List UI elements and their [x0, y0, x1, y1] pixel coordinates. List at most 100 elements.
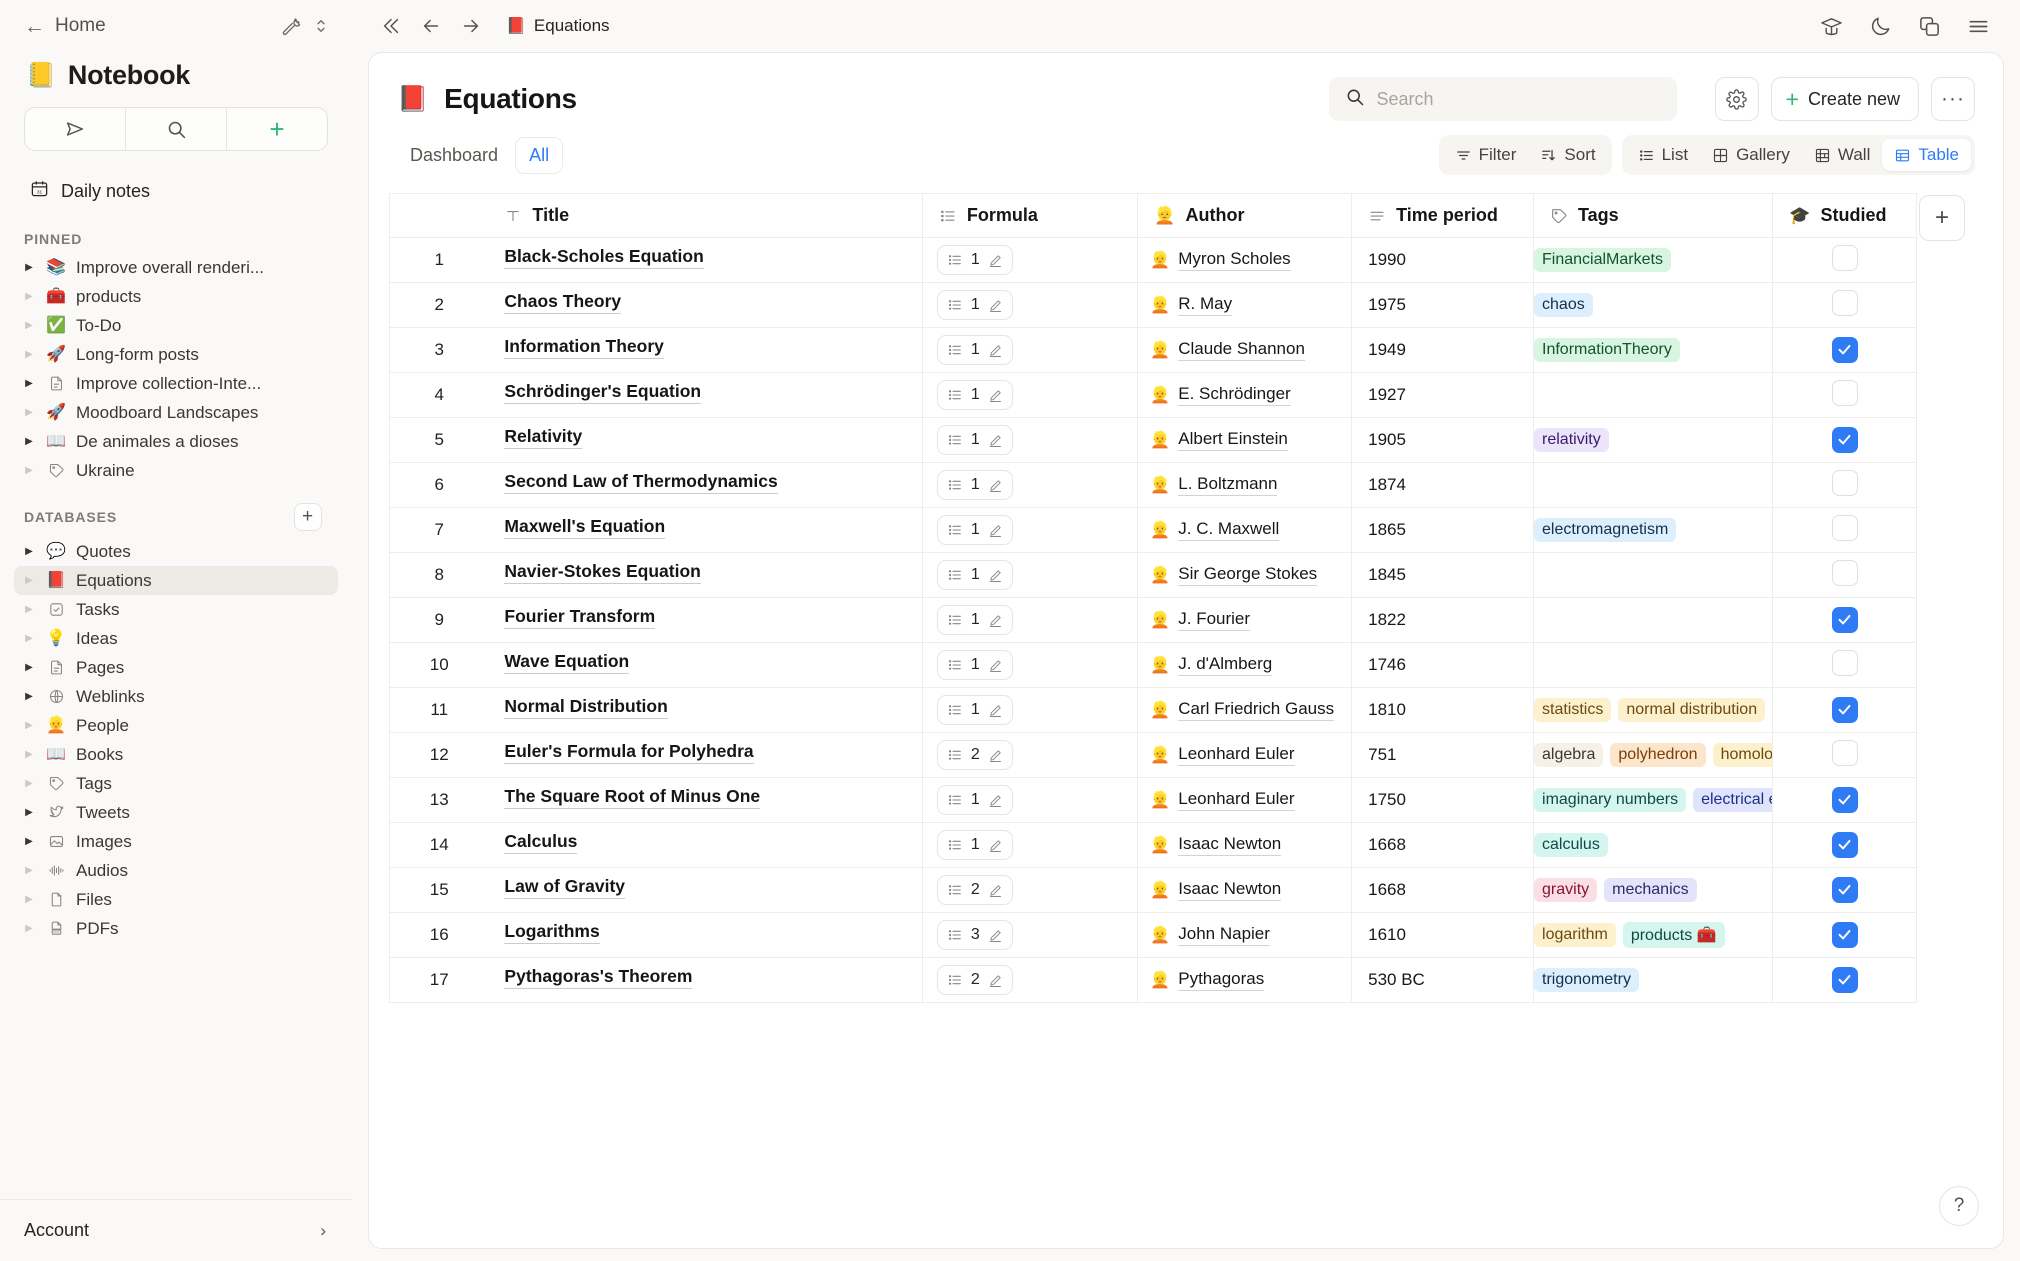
cell-author[interactable]: 👱Sir George Stokes — [1138, 553, 1352, 598]
cell-studied[interactable] — [1773, 643, 1917, 688]
sidebar-account-button[interactable]: Account › — [0, 1199, 352, 1261]
sidebar-item-files[interactable]: ▶Files — [14, 885, 338, 914]
cell-tags[interactable] — [1534, 643, 1773, 688]
tag-chip[interactable]: calculus — [1534, 833, 1608, 857]
studied-checkbox[interactable] — [1832, 877, 1858, 903]
more-options-button[interactable]: ··· — [1931, 77, 1975, 121]
cell-formula[interactable]: 1 — [922, 373, 1137, 418]
tag-chip[interactable]: FinancialMarkets — [1534, 248, 1671, 272]
cell-formula[interactable]: 1 — [922, 598, 1137, 643]
sidebar-item-tweets[interactable]: ▶Tweets — [14, 798, 338, 827]
cell-time-period[interactable]: 1746 — [1352, 643, 1534, 688]
table-row[interactable]: 2Chaos Theory1👱R. May1975chaos — [390, 283, 1917, 328]
cell-time-period[interactable]: 1750 — [1352, 778, 1534, 823]
studied-checkbox[interactable] — [1832, 515, 1858, 541]
expand-caret-icon[interactable]: ▶ — [22, 436, 36, 447]
studied-checkbox[interactable] — [1832, 832, 1858, 858]
cell-author[interactable]: 👱Pythagoras — [1138, 958, 1352, 1003]
expand-caret-icon[interactable]: ▶ — [22, 633, 36, 644]
cell-tags[interactable]: gravitymechanics — [1534, 868, 1773, 913]
sidebar-item-products[interactable]: ▶🧰products — [14, 282, 338, 311]
expand-caret-icon[interactable]: ▶ — [22, 749, 36, 760]
sidebar-item-pages[interactable]: ▶Pages — [14, 653, 338, 682]
tag-chip[interactable]: imaginary numbers — [1534, 788, 1686, 812]
cell-formula[interactable]: 1 — [922, 553, 1137, 598]
formula-relation-pill[interactable]: 1 — [937, 605, 1013, 635]
table-row[interactable]: 10Wave Equation1👱J. d'Almberg1746 — [390, 643, 1917, 688]
author-link[interactable]: Leonhard Euler — [1178, 789, 1294, 811]
author-link[interactable]: Claude Shannon — [1178, 339, 1305, 361]
edit-pencil-icon[interactable] — [988, 568, 1003, 583]
cell-studied[interactable] — [1773, 688, 1917, 733]
search-icon[interactable] — [125, 108, 226, 150]
cell-title[interactable]: The Square Root of Minus One — [488, 778, 922, 823]
cell-title[interactable]: Wave Equation — [488, 643, 922, 688]
sidebar-item-quotes[interactable]: ▶💬Quotes — [14, 537, 338, 566]
edit-pencil-icon[interactable] — [988, 973, 1003, 988]
formula-relation-pill[interactable]: 2 — [937, 740, 1013, 770]
table-row[interactable]: 15Law of Gravity2👱Isaac Newton1668gravit… — [390, 868, 1917, 913]
formula-relation-pill[interactable]: 1 — [937, 425, 1013, 455]
formula-relation-pill[interactable]: 1 — [937, 560, 1013, 590]
table-row[interactable]: 9Fourier Transform1👱J. Fourier1822 — [390, 598, 1917, 643]
cell-author[interactable]: 👱J. d'Almberg — [1138, 643, 1352, 688]
view-mode-gallery[interactable]: Gallery — [1700, 139, 1802, 171]
edit-pencil-icon[interactable] — [988, 658, 1003, 673]
title-link[interactable]: Relativity — [504, 426, 582, 449]
cell-formula[interactable]: 1 — [922, 778, 1137, 823]
send-icon[interactable] — [25, 108, 125, 150]
author-link[interactable]: Myron Scholes — [1178, 249, 1290, 271]
expand-caret-icon[interactable]: ▶ — [22, 320, 36, 331]
cell-time-period[interactable]: 1668 — [1352, 823, 1534, 868]
formula-relation-pill[interactable]: 2 — [937, 965, 1013, 995]
edit-pencil-icon[interactable] — [988, 703, 1003, 718]
cell-studied[interactable] — [1773, 913, 1917, 958]
cell-time-period[interactable]: 1845 — [1352, 553, 1534, 598]
cell-studied[interactable] — [1773, 418, 1917, 463]
title-link[interactable]: Navier-Stokes Equation — [504, 561, 700, 584]
cell-title[interactable]: Second Law of Thermodynamics — [488, 463, 922, 508]
cell-time-period[interactable]: 1975 — [1352, 283, 1534, 328]
cell-tags[interactable] — [1534, 463, 1773, 508]
expand-caret-icon[interactable]: ▶ — [22, 836, 36, 847]
expand-caret-icon[interactable]: ▶ — [22, 407, 36, 418]
title-link[interactable]: Second Law of Thermodynamics — [504, 471, 777, 494]
cell-title[interactable]: Schrödinger's Equation — [488, 373, 922, 418]
table-row[interactable]: 12Euler's Formula for Polyhedra2👱Leonhar… — [390, 733, 1917, 778]
table-row[interactable]: 17Pythagoras's Theorem2👱Pythagoras530 BC… — [390, 958, 1917, 1003]
title-link[interactable]: Pythagoras's Theorem — [504, 966, 692, 989]
cell-title[interactable]: Chaos Theory — [488, 283, 922, 328]
cell-author[interactable]: 👱Leonhard Euler — [1138, 733, 1352, 778]
title-link[interactable]: Calculus — [504, 831, 577, 854]
cell-author[interactable]: 👱Isaac Newton — [1138, 868, 1352, 913]
title-link[interactable]: Euler's Formula for Polyhedra — [504, 741, 753, 764]
title-link[interactable]: Chaos Theory — [504, 291, 621, 314]
table-row[interactable]: 1Black-Scholes Equation1👱Myron Scholes19… — [390, 238, 1917, 283]
sidebar-item-audios[interactable]: ▶Audios — [14, 856, 338, 885]
tag-chip[interactable]: trigonometry — [1534, 968, 1639, 992]
cell-author[interactable]: 👱L. Boltzmann — [1138, 463, 1352, 508]
author-link[interactable]: J. Fourier — [1178, 609, 1250, 631]
studied-checkbox[interactable] — [1832, 427, 1858, 453]
sidebar-item-improve-collection-inte[interactable]: ▶Improve collection-Inte... — [14, 369, 338, 398]
expand-caret-icon[interactable]: ▶ — [22, 349, 36, 360]
breadcrumb[interactable]: 📕 Equations — [506, 16, 610, 36]
formula-relation-pill[interactable]: 1 — [937, 335, 1013, 365]
help-button[interactable]: ? — [1939, 1186, 1979, 1226]
cell-formula[interactable]: 1 — [922, 643, 1137, 688]
expand-caret-icon[interactable]: ▶ — [22, 575, 36, 586]
formula-relation-pill[interactable]: 2 — [937, 875, 1013, 905]
formula-relation-pill[interactable]: 1 — [937, 470, 1013, 500]
cell-studied[interactable] — [1773, 373, 1917, 418]
cell-studied[interactable] — [1773, 283, 1917, 328]
edit-pencil-icon[interactable] — [988, 883, 1003, 898]
collapse-sidebar-icon[interactable] — [380, 15, 402, 37]
studied-checkbox[interactable] — [1832, 697, 1858, 723]
sidebar-item-equations[interactable]: ▶📕Equations — [14, 566, 338, 595]
author-link[interactable]: Isaac Newton — [1178, 879, 1281, 901]
formula-relation-pill[interactable]: 1 — [937, 695, 1013, 725]
cell-formula[interactable]: 1 — [922, 418, 1137, 463]
cell-formula[interactable]: 2 — [922, 733, 1137, 778]
cell-studied[interactable] — [1773, 778, 1917, 823]
formula-relation-pill[interactable]: 1 — [937, 515, 1013, 545]
